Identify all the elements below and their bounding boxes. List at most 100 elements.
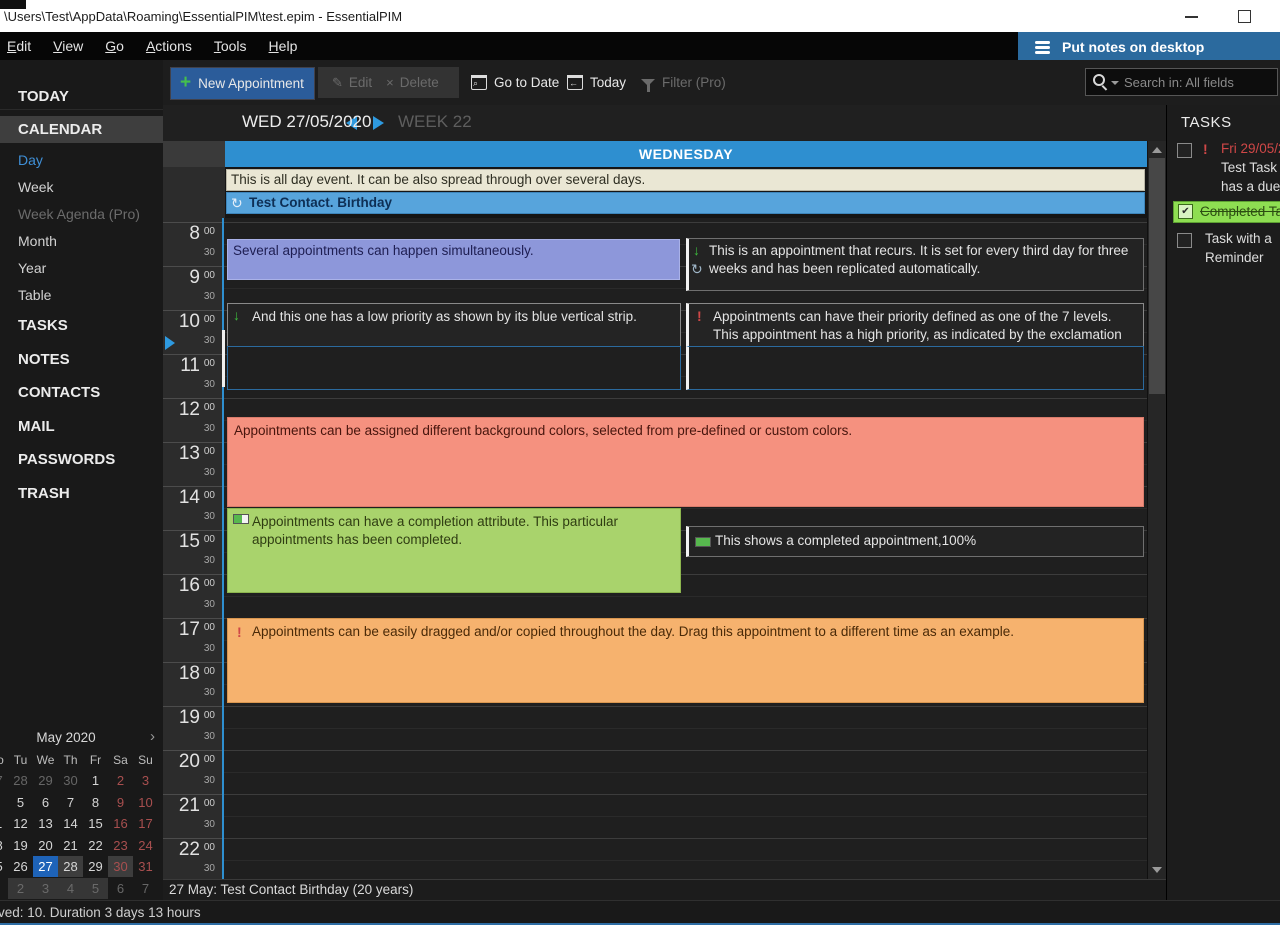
mini-day-cell[interactable]: 3: [133, 770, 158, 791]
appointment-low-priority-extension[interactable]: [227, 346, 681, 390]
menu-view[interactable]: View: [42, 32, 94, 60]
mini-day-cell[interactable]: 27: [0, 770, 8, 791]
minimize-button[interactable]: [1168, 0, 1216, 32]
sidebar-item-today[interactable]: TODAY: [0, 83, 163, 110]
mini-day-cell[interactable]: 14: [58, 813, 83, 834]
sidebar-view-day[interactable]: Day: [0, 148, 163, 173]
sidebar-item-passwords[interactable]: PASSWORDS: [0, 446, 163, 473]
next-day-arrow[interactable]: [373, 116, 384, 130]
sidebar-item-contacts[interactable]: CONTACTS: [0, 379, 163, 406]
mini-day-cell[interactable]: 16: [108, 813, 133, 834]
sidebar-item-calendar[interactable]: CALENDAR: [0, 116, 163, 143]
mini-day-cell[interactable]: 3: [33, 878, 58, 899]
menu-edit[interactable]: Edit: [0, 32, 42, 60]
put-notes-banner[interactable]: Put notes on desktop: [1018, 32, 1280, 63]
task-title-line[interactable]: Reminder: [1205, 250, 1264, 265]
new-appointment-button[interactable]: + New Appointment: [170, 67, 315, 100]
sidebar-view-week-agenda[interactable]: Week Agenda (Pro): [0, 202, 163, 227]
task-checkbox-checked[interactable]: ✔: [1178, 204, 1193, 219]
mini-day-cell[interactable]: 27: [33, 856, 58, 877]
mini-day-cell[interactable]: 13: [33, 813, 58, 834]
appointment-completed-100[interactable]: This shows a completed appointment,100%: [686, 526, 1144, 557]
appointment-simultaneous[interactable]: Several appointments can happen simultan…: [227, 239, 680, 280]
mini-day-cell[interactable]: 26: [8, 856, 33, 877]
sidebar-item-notes[interactable]: NOTES: [0, 346, 163, 373]
mini-day-cell[interactable]: 2: [108, 770, 133, 791]
allday-event[interactable]: This is all day event. It can be also sp…: [226, 169, 1145, 191]
scroll-down-icon[interactable]: [1152, 867, 1162, 873]
mini-day-cell[interactable]: 28: [8, 770, 33, 791]
sidebar-view-table[interactable]: Table: [0, 283, 163, 308]
mini-day-cell[interactable]: 18: [0, 835, 8, 856]
mini-day-cell[interactable]: 29: [83, 856, 108, 877]
search-input[interactable]: [1085, 68, 1278, 96]
mini-day-cell[interactable]: 1: [83, 770, 108, 791]
mini-day-cell[interactable]: 9: [108, 792, 133, 813]
task-title-line[interactable]: Test Task that: [1221, 160, 1280, 175]
mini-day-cell[interactable]: 30: [58, 770, 83, 791]
sidebar-item-trash[interactable]: TRASH: [0, 480, 163, 507]
mini-day-cell[interactable]: 1: [0, 878, 8, 899]
mini-day-cell[interactable]: 20: [33, 835, 58, 856]
appointment-low-priority[interactable]: ↓ And this one has a low priority as sho…: [227, 303, 681, 347]
mini-day-cell[interactable]: 6: [108, 878, 133, 899]
mini-day-cell[interactable]: 4: [0, 792, 8, 813]
mini-day-cell[interactable]: 28: [58, 856, 83, 877]
task-title-line[interactable]: Task with a: [1205, 231, 1272, 246]
mini-day-cell[interactable]: 5: [8, 792, 33, 813]
sidebar-view-week[interactable]: Week: [0, 175, 163, 200]
appointment-completion[interactable]: Appointments can have a completion attri…: [227, 508, 681, 593]
delete-button[interactable]: Delete: [400, 75, 439, 90]
maximize-button[interactable]: [1222, 0, 1270, 32]
mini-day-cell[interactable]: 10: [133, 792, 158, 813]
filter-button[interactable]: Filter (Pro): [641, 67, 726, 98]
mini-day-cell[interactable]: 5: [83, 878, 108, 899]
scrollbar-thumb[interactable]: [1149, 158, 1165, 394]
mini-day-cell[interactable]: 6: [33, 792, 58, 813]
menu-help[interactable]: Help: [258, 32, 309, 60]
mini-calendar-next-icon[interactable]: ›: [150, 728, 155, 745]
today-button[interactable]: ← Today: [567, 67, 626, 98]
mini-day-cell[interactable]: 4: [58, 878, 83, 899]
mini-day-cell[interactable]: 8: [83, 792, 108, 813]
menu-go[interactable]: Go: [94, 32, 135, 60]
task-title-line[interactable]: has a due date: [1221, 179, 1280, 194]
appointment-recurring[interactable]: ↓ ↻ This is an appointment that recurs. …: [686, 238, 1144, 291]
go-to-date-button[interactable]: ⌕ Go to Date: [471, 67, 559, 98]
menu-actions[interactable]: Actions: [135, 32, 203, 60]
mini-day-cell[interactable]: 12: [8, 813, 33, 834]
mini-day-cell[interactable]: 15: [83, 813, 108, 834]
scroll-up-icon[interactable]: [1152, 147, 1162, 153]
menu-tools[interactable]: Tools: [203, 32, 258, 60]
appointment-high-priority[interactable]: ! Appointments can have their priority d…: [686, 303, 1144, 347]
mini-day-cell[interactable]: 25: [0, 856, 8, 877]
appointment-drag[interactable]: ! Appointments can be easily dragged and…: [227, 618, 1144, 703]
sidebar-item-mail[interactable]: MAIL: [0, 413, 163, 440]
task-checkbox[interactable]: [1177, 143, 1192, 158]
mini-day-cell[interactable]: 23: [108, 835, 133, 856]
task-checkbox[interactable]: [1177, 233, 1192, 248]
mini-day-cell[interactable]: 17: [133, 813, 158, 834]
sidebar-view-month[interactable]: Month: [0, 229, 163, 254]
mini-day-cell[interactable]: 11: [0, 813, 8, 834]
mini-day-cell[interactable]: 24: [133, 835, 158, 856]
appointment-colors[interactable]: Appointments can be assigned different b…: [227, 417, 1144, 507]
mini-day-cell[interactable]: 2: [8, 878, 33, 899]
mini-day-cell[interactable]: 30: [108, 856, 133, 877]
mini-day-cell[interactable]: 29: [33, 770, 58, 791]
appointment-high-priority-extension[interactable]: [686, 346, 1144, 390]
calendar-scrollbar[interactable]: [1148, 141, 1166, 879]
mini-day-cell[interactable]: 22: [83, 835, 108, 856]
mini-day-cell[interactable]: 7: [58, 792, 83, 813]
mini-day-cell[interactable]: 7: [133, 878, 158, 899]
plus-icon: +: [180, 72, 191, 94]
completed-task-row[interactable]: ✔ Completed Task: [1173, 201, 1280, 223]
mini-day-cell[interactable]: 21: [58, 835, 83, 856]
edit-button[interactable]: Edit: [349, 75, 372, 90]
birthday-allday-event[interactable]: ↻ Test Contact. Birthday: [226, 192, 1145, 214]
sidebar-view-year[interactable]: Year: [0, 256, 163, 281]
sidebar-item-tasks[interactable]: TASKS: [0, 312, 163, 339]
day-column-header[interactable]: WEDNESDAY: [225, 141, 1147, 167]
mini-day-cell[interactable]: 31: [133, 856, 158, 877]
mini-day-cell[interactable]: 19: [8, 835, 33, 856]
